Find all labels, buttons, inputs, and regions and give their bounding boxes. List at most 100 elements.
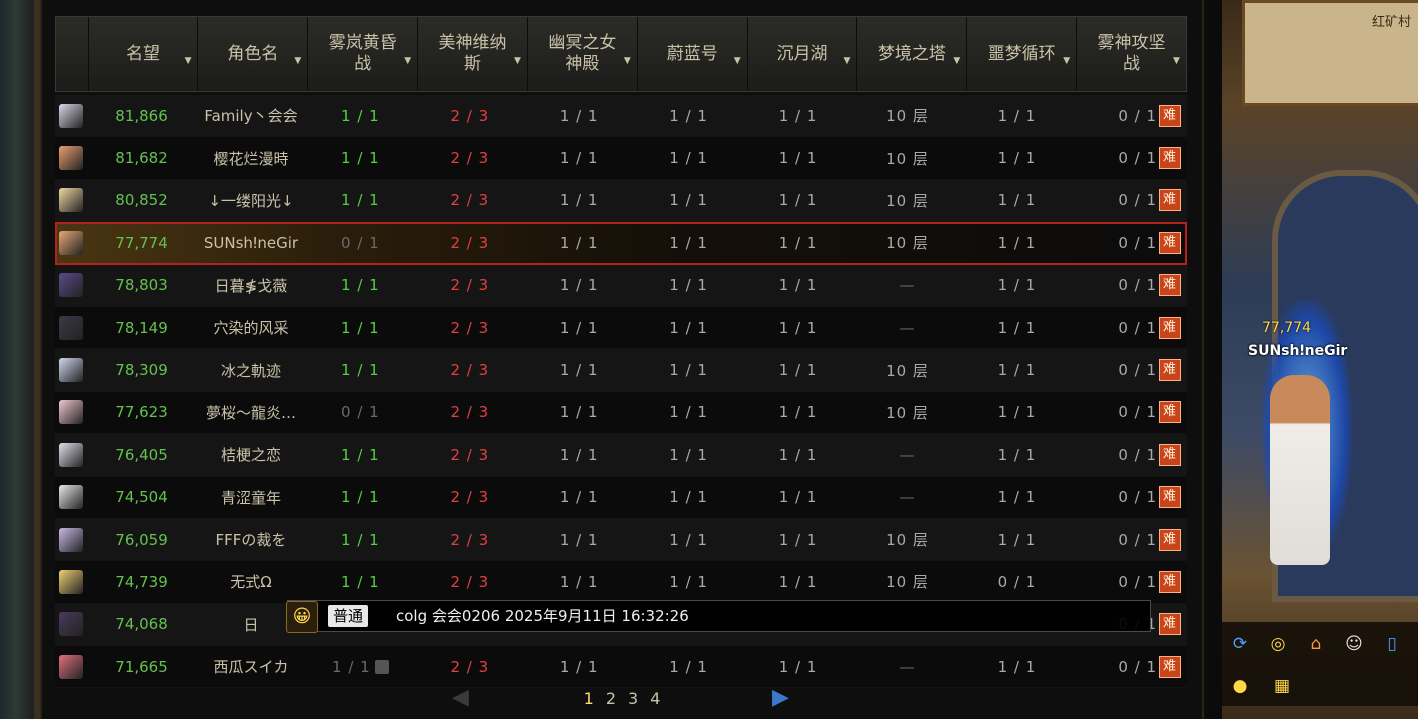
page-1[interactable]: 1 xyxy=(584,689,594,708)
table-row-selected[interactable]: 77,774 SUNshǃneGir 0 / 1 2 / 3 1 / 1 1 / 1 1 /… xyxy=(55,222,1187,265)
page-4[interactable]: 4 xyxy=(650,689,660,708)
header-col-7[interactable]: 沉月湖 ▼ xyxy=(748,17,858,91)
clear-count-cell: 1 / 1 xyxy=(559,403,599,422)
avatar-cell xyxy=(55,230,87,255)
sort-arrow-icon[interactable]: ▼ xyxy=(514,51,521,72)
clear-count-cell: 1 / 1 xyxy=(669,318,708,337)
table-row[interactable]: 74,739 无式Ω 1 / 1 2 / 3 1 / 1 1 / 1 1 / 1 10 层 0 … xyxy=(55,561,1187,604)
clear-count-cell: 1 / 1 xyxy=(559,530,599,549)
header-col-4[interactable]: 美神维纳斯 ▼ xyxy=(418,17,528,91)
sort-arrow-icon[interactable]: ▼ xyxy=(1173,51,1180,72)
table-row[interactable]: 78,803 日暮≸戈薇 1 / 1 2 / 3 1 / 1 1 / 1 1 / 1 — 1 /… xyxy=(55,264,1187,307)
clear-count-cell: 1 / 1 xyxy=(559,445,599,464)
clear-count-text: 1 / 1 xyxy=(332,657,371,676)
tower-floor-cell: — xyxy=(899,657,916,676)
book-icon[interactable]: ▦ xyxy=(1268,672,1296,700)
hard-mode-icon: 难 xyxy=(1159,359,1182,382)
avatar-cell xyxy=(55,654,87,679)
clear-count-cell: 1 / 1 xyxy=(559,191,599,210)
header-col-2[interactable]: 角色名 ▼ xyxy=(198,17,309,91)
table-row[interactable]: 74,504 青涩童年 1 / 1 2 / 3 1 / 1 1 / 1 1 / 1 — 1 / … xyxy=(55,476,1187,519)
hard-mode-icon: 难 xyxy=(1159,613,1182,636)
table-row[interactable]: 80,852 ↓一缕阳光↓ 1 / 1 2 / 3 1 / 1 1 / 1 1 / 1 10 … xyxy=(55,179,1187,223)
coin-icon[interactable]: ◎ xyxy=(1264,630,1292,658)
sort-arrow-icon[interactable]: ▼ xyxy=(734,51,741,72)
name-cell: 夢桜～龍炎… xyxy=(205,403,296,422)
header-col-10[interactable]: 雾神攻坚战 ▼ xyxy=(1077,17,1186,91)
clear-count-cell: 1 / 1 xyxy=(997,403,1037,422)
clear-count-cell: 1 / 1 xyxy=(778,191,818,210)
header-col-9[interactable]: 噩梦循环 ▼ xyxy=(967,17,1078,91)
sort-arrow-icon[interactable]: ▼ xyxy=(953,51,960,72)
clear-count-cell: 1 / 1 xyxy=(778,149,818,168)
table-row[interactable]: 81,682 樱花烂漫時 1 / 1 2 / 3 1 / 1 1 / 1 1 / 1 10 层… xyxy=(55,137,1187,180)
character-portrait-icon[interactable]: ☺ xyxy=(1340,630,1368,658)
header-col-5[interactable]: 幽冥之女神殿 ▼ xyxy=(528,17,638,91)
header-col-6[interactable]: 蔚蓝号 ▼ xyxy=(638,17,748,91)
avatar-cell xyxy=(55,273,87,298)
tower-floor-cell: 10 层 xyxy=(886,361,929,380)
hard-mode-icon: 难 xyxy=(1159,104,1182,127)
avatar xyxy=(58,230,83,255)
clear-count-cell: 1 / 1 xyxy=(997,276,1037,295)
minimap[interactable]: 红矿村 xyxy=(1242,0,1418,106)
table-row[interactable]: 81,866 Family丶会会 1 / 1 2 / 3 1 / 1 1 / 1 1 / 1… xyxy=(55,95,1187,138)
emoticon-icon[interactable]: 😀 xyxy=(286,601,318,633)
clear-count-cell: 0 / 1难 xyxy=(1072,231,1187,254)
avatar-cell xyxy=(55,442,87,467)
clear-count-cell: 1 / 1 xyxy=(559,361,599,380)
clear-count-cell: 2 / 3 xyxy=(450,488,490,507)
table-row[interactable]: 77,623 夢桜～龍炎… 0 / 1 2 / 3 1 / 1 1 / 1 1 / 1 10 … xyxy=(55,391,1187,435)
clear-count-cell: 1 / 1 xyxy=(559,657,599,676)
header-col-1[interactable]: 名望 ▼ xyxy=(89,17,199,91)
tower-floor-cell: 10 层 xyxy=(886,403,929,422)
sort-arrow-icon[interactable]: ▼ xyxy=(1063,51,1070,72)
sort-arrow-icon[interactable]: ▼ xyxy=(294,51,301,72)
clear-count-text: 0 / 1 xyxy=(1118,106,1158,125)
refresh-icon[interactable]: ⟳ xyxy=(1226,630,1254,658)
next-page-arrow-icon[interactable]: ▶ xyxy=(772,685,789,710)
avatar-cell xyxy=(55,188,87,213)
prev-page-arrow-icon[interactable]: ◀ xyxy=(452,685,469,710)
sort-arrow-icon[interactable]: ▼ xyxy=(624,51,631,72)
header-col-3[interactable]: 雾岚黄昏战 ▼ xyxy=(308,17,419,91)
clear-count-cell: 1 / 1 xyxy=(306,276,415,294)
home-icon[interactable]: ⌂ xyxy=(1302,630,1330,658)
sort-arrow-icon[interactable]: ▼ xyxy=(185,51,192,72)
table-row[interactable]: 76,059 FFFの裁を 1 / 1 2 / 3 1 / 1 1 / 1 1 / 1 10 … xyxy=(55,518,1187,562)
table-row[interactable]: 76,405 桔梗之恋 1 / 1 2 / 3 1 / 1 1 / 1 1 / 1 — 1 / … xyxy=(55,434,1187,477)
clear-count-cell: 0 / 1难 xyxy=(1072,359,1187,382)
sort-arrow-icon[interactable]: ▼ xyxy=(844,51,851,72)
header-col-8[interactable]: 梦境之塔 ▼ xyxy=(857,17,968,91)
sort-arrow-icon[interactable]: ▼ xyxy=(404,51,411,72)
avatar xyxy=(58,527,83,552)
hard-mode-icon: 难 xyxy=(1159,570,1182,593)
clear-count-cell: 1 / 1 xyxy=(997,488,1037,507)
name-cell: 穴染的风采 xyxy=(213,319,289,338)
clear-count-cell: 1 / 1 xyxy=(997,233,1037,252)
page-2[interactable]: 2 xyxy=(606,689,616,708)
phone-icon[interactable]: ▯ xyxy=(1378,630,1406,658)
clear-count-text: 0 / 1 xyxy=(1118,276,1158,295)
clear-count-cell: 1 / 1 xyxy=(306,319,415,337)
page-3[interactable]: 3 xyxy=(628,689,638,708)
clear-count-cell: 1 / 1 xyxy=(669,657,708,676)
table-row[interactable]: 78,309 冰之軌迹 1 / 1 2 / 3 1 / 1 1 / 1 1 / 1 10 层 1… xyxy=(55,349,1187,392)
table-row[interactable]: 78,149 穴染的风采 1 / 1 2 / 3 1 / 1 1 / 1 1 / 1 — 1 /… xyxy=(55,306,1187,350)
clear-count-text: 1 / 1 xyxy=(341,445,380,464)
name-cell: ↓一缕阳光↓ xyxy=(208,191,294,210)
location-pin-icon[interactable]: ● xyxy=(1226,672,1254,700)
clear-count-cell: 1 / 1 xyxy=(306,446,415,464)
name-cell: 桔梗之恋 xyxy=(220,446,281,465)
clear-count-text: 1 / 1 xyxy=(341,530,380,549)
clear-count-cell: 1 / 1 xyxy=(778,657,818,676)
clear-count-cell: 0 / 1难 xyxy=(1072,104,1187,127)
hard-mode-icon: 难 xyxy=(1159,147,1182,170)
grid-header: 名望 ▼ 角色名 ▼ 雾岚黄昏战 ▼ 美神维纳斯 ▼ 幽冥之女神殿 ▼ 蔚蓝号 ▼ 沉月湖 ▼ 梦境之塔 ▼ 噩… xyxy=(55,16,1187,92)
name-cell: FFFの裁を xyxy=(215,531,287,550)
avatar xyxy=(58,273,83,298)
avatar-cell xyxy=(55,527,87,552)
chat-channel-tag[interactable]: 普通 xyxy=(328,605,369,627)
clear-count-cell: 2 / 3 xyxy=(450,233,490,252)
player-character[interactable] xyxy=(1270,375,1330,565)
